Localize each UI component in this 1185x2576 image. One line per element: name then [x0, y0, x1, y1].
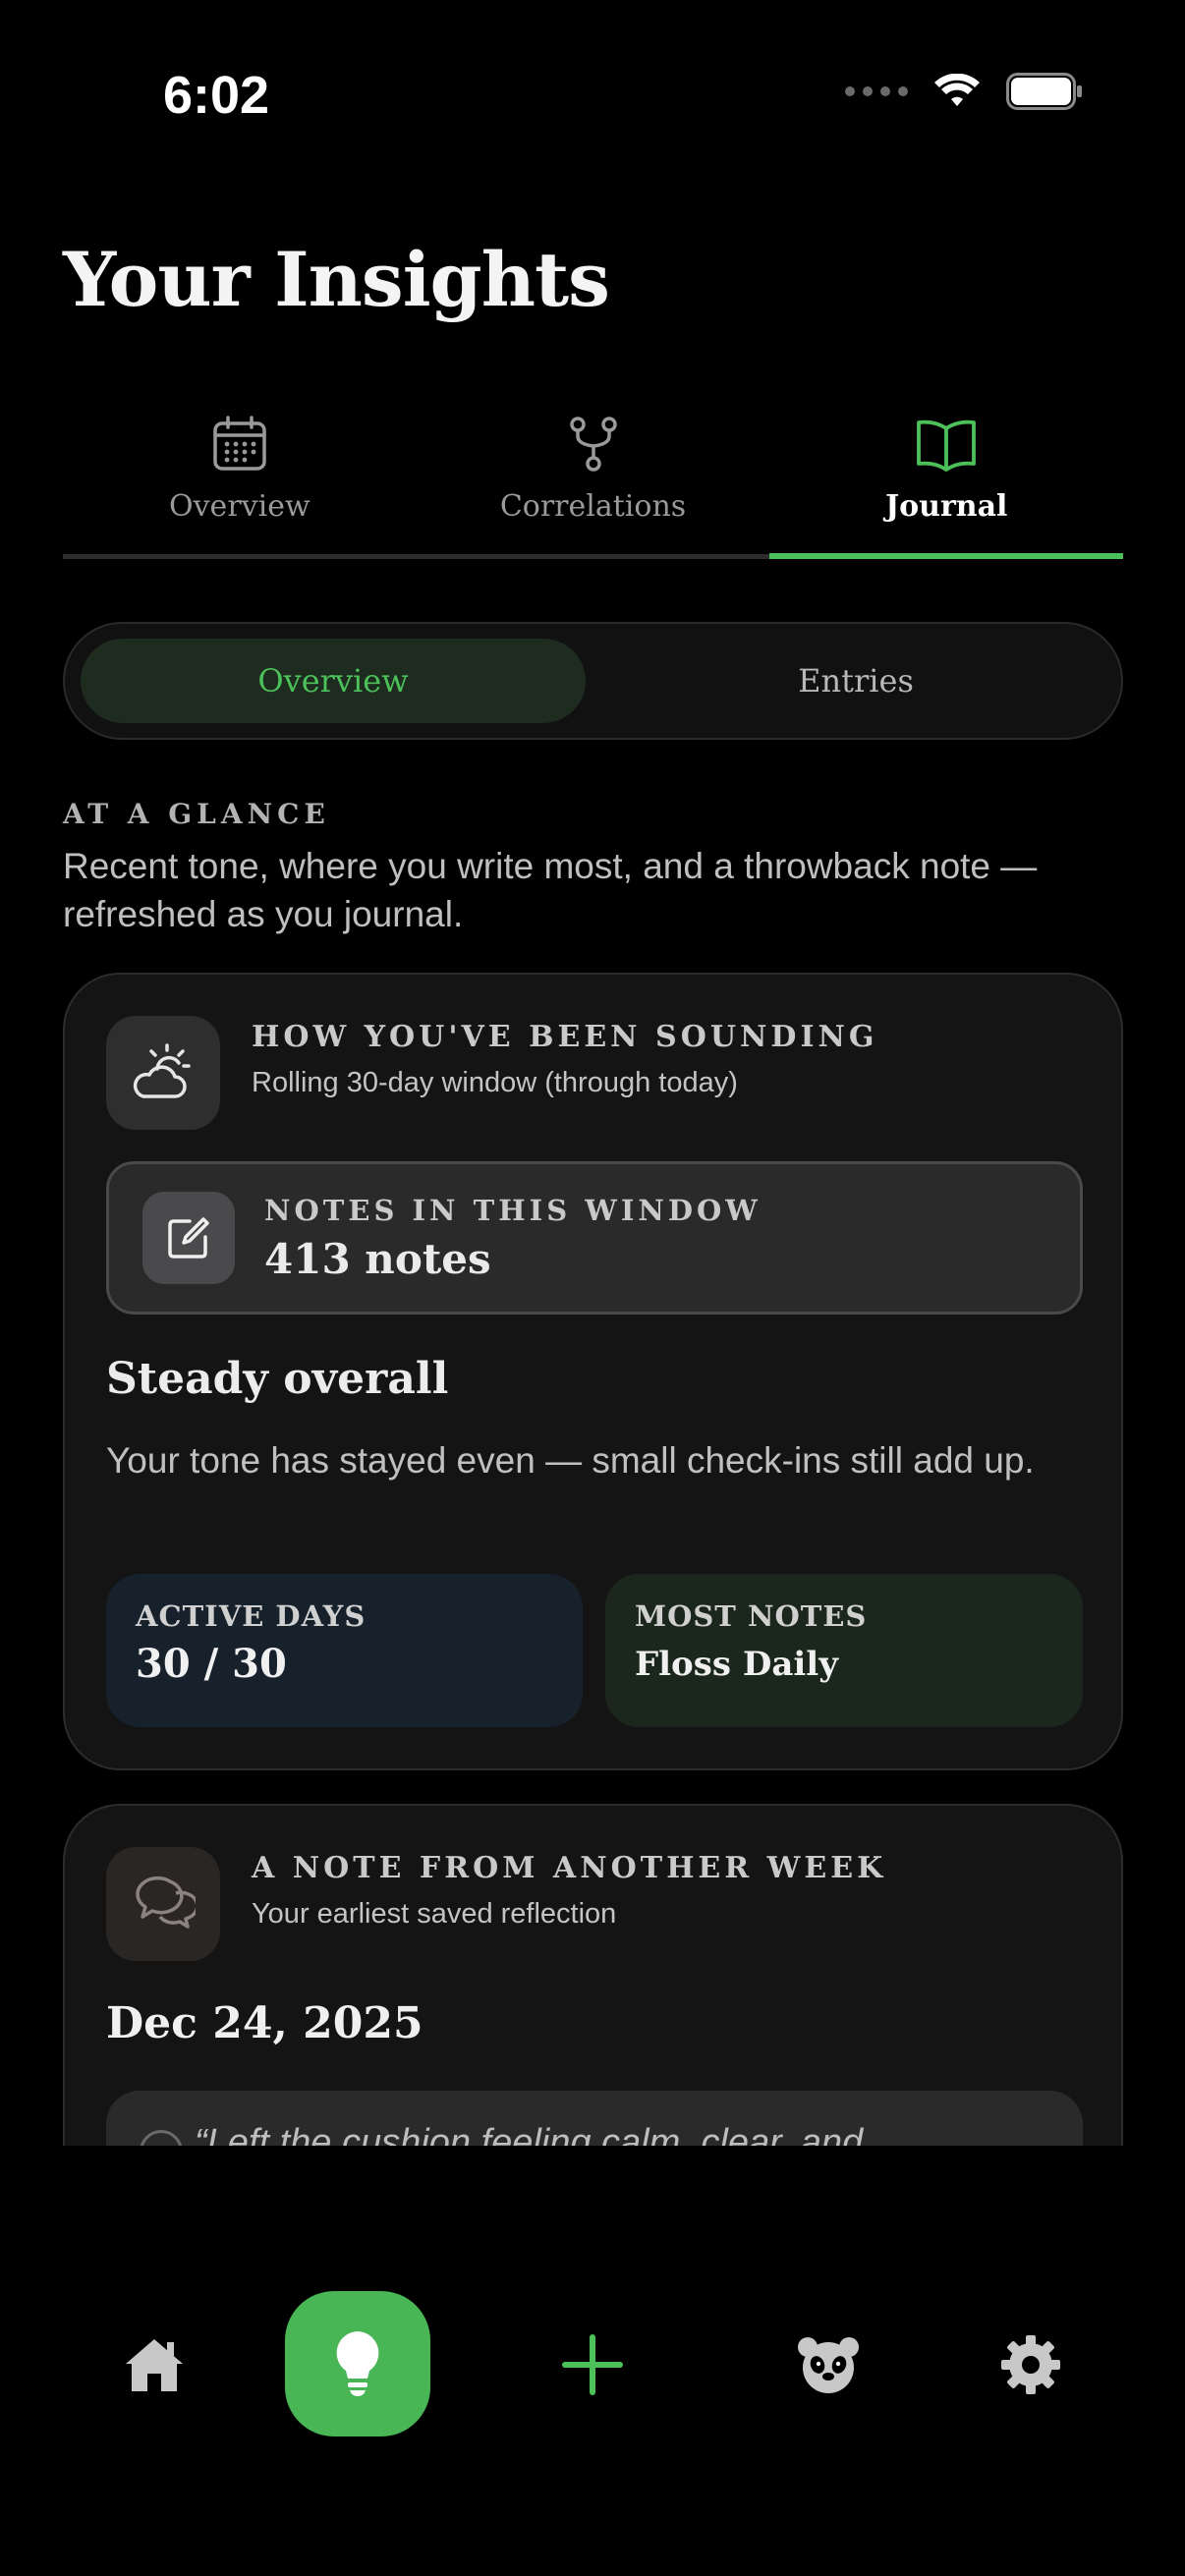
- at-a-glance-description: Recent tone, where you write most, and a…: [63, 846, 1038, 934]
- calendar-icon: [213, 416, 266, 471]
- sounding-subtitle: Rolling 30-day window (through today): [252, 1067, 738, 1098]
- throwback-date: Dec 24, 2025: [106, 1998, 423, 2048]
- gear-icon: [1001, 2335, 1060, 2394]
- notes-window-label: NOTES IN THIS WINDOW: [264, 1194, 762, 1227]
- nav-home-button[interactable]: [81, 2291, 228, 2438]
- edit-note-icon: [168, 1217, 209, 1259]
- sounding-kicker: HOW YOU'VE BEEN SOUNDING: [252, 1020, 878, 1054]
- tab-overview-label: Overview: [169, 489, 310, 524]
- throwback-subtitle: Your earliest saved reflection: [252, 1898, 617, 1930]
- tab-overview[interactable]: Overview: [63, 403, 417, 560]
- tone-summary-title: Steady overall: [106, 1354, 449, 1404]
- most-notes-stat: MOST NOTES Floss Daily: [605, 1574, 1083, 1727]
- page-title: Your Insights: [63, 236, 610, 323]
- plus-icon: [562, 2334, 623, 2395]
- status-time: 6:02: [163, 66, 270, 125]
- journal-segmented-control: Overview Entries: [63, 622, 1123, 740]
- home-icon: [126, 2339, 183, 2391]
- sounding-card: HOW YOU'VE BEEN SOUNDING Rolling 30-day …: [63, 973, 1123, 1770]
- notes-window-value: 413 notes: [264, 1235, 491, 1283]
- signal-dots-icon: [845, 86, 908, 96]
- notes-window-box: NOTES IN THIS WINDOW 413 notes: [106, 1161, 1083, 1315]
- tab-journal-label: Journal: [884, 489, 1008, 524]
- sounding-icon-tile: [106, 1016, 220, 1130]
- wifi-icon: [934, 74, 980, 106]
- tab-correlations-label: Correlations: [499, 489, 687, 524]
- book-icon: [917, 420, 977, 472]
- lightbulb-icon: [336, 2331, 379, 2396]
- bottom-nav: [0, 2260, 1185, 2456]
- nav-companion-button[interactable]: [755, 2291, 902, 2438]
- nav-settings-button[interactable]: [957, 2291, 1104, 2438]
- throwback-icon-tile: [106, 1847, 220, 1961]
- active-tab-indicator: [769, 553, 1123, 559]
- tab-correlations[interactable]: Correlations: [417, 403, 770, 560]
- panda-icon: [798, 2337, 859, 2393]
- active-days-value: 30 / 30: [136, 1641, 287, 1687]
- nav-insights-button[interactable]: [285, 2291, 430, 2436]
- throwback-kicker: A NOTE FROM ANOTHER WEEK: [252, 1851, 887, 1885]
- active-days-label: ACTIVE DAYS: [136, 1599, 367, 1633]
- most-notes-label: MOST NOTES: [635, 1599, 868, 1633]
- most-notes-value: Floss Daily: [635, 1645, 838, 1684]
- at-a-glance-heading: AT A GLANCE: [63, 798, 330, 830]
- edit-note-icon-tile: [142, 1192, 235, 1284]
- status-bar: 6:02: [0, 0, 1185, 187]
- tone-summary-text: Your tone has stayed even — small check-…: [106, 1440, 1035, 1481]
- tab-journal[interactable]: Journal: [769, 403, 1123, 560]
- active-days-stat: ACTIVE DAYS 30 / 30: [106, 1574, 583, 1727]
- partly-cloudy-icon: [133, 1043, 191, 1098]
- battery-icon: [1006, 73, 1082, 110]
- status-icons: [845, 73, 1083, 110]
- nav-add-button[interactable]: [519, 2291, 666, 2438]
- branch-icon: [569, 417, 617, 472]
- chat-bubbles-icon: [136, 1876, 196, 1929]
- segment-overview[interactable]: Overview: [81, 639, 586, 723]
- insights-tabs: Overview Correlations Journal: [63, 403, 1123, 560]
- segment-entries[interactable]: Entries: [603, 639, 1108, 723]
